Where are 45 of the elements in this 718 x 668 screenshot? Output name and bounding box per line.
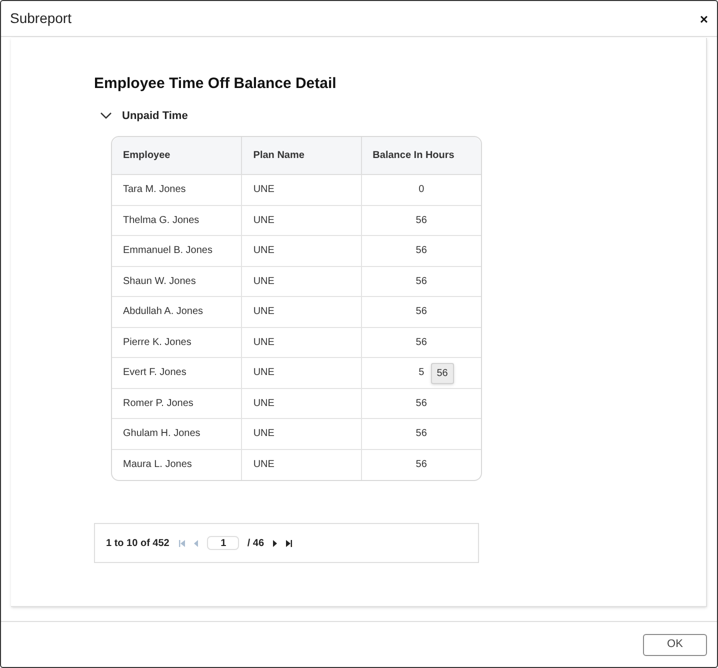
table-cell-text: Emmanuel B. Jones	[122, 244, 214, 258]
table-cell-text: Ghulam H. Jones	[122, 427, 202, 442]
table-cell-text: Shaun W. Jones	[122, 274, 197, 289]
column-header[interactable]: Balance In Hours	[360, 137, 481, 174]
table-cell: UNE	[241, 450, 361, 480]
page-input[interactable]: 1	[207, 536, 240, 550]
table-cell-text: Evert F. Jones	[122, 366, 188, 380]
report-title: Employee Time Off Balance Detail	[94, 74, 338, 94]
table-cell: UNE	[241, 297, 361, 326]
table-cell-text: 56	[416, 458, 427, 472]
table-cell: UNE	[241, 419, 361, 448]
table-cell: UNE	[241, 206, 361, 235]
page-total: / 46	[247, 536, 264, 550]
table-cell-text: 56	[416, 427, 427, 442]
ok-button[interactable]: OK	[643, 634, 707, 656]
close-button[interactable]: ×	[700, 12, 708, 26]
table-cell-text: Thelma G. Jones	[122, 214, 200, 228]
table-cell-text: 56	[416, 214, 427, 228]
group-label: Unpaid Time	[122, 108, 188, 124]
table-cell-text: 5	[418, 366, 424, 380]
table-cell-text: Abdullah A. Jones	[122, 305, 204, 320]
table-cell-text: 56	[416, 336, 427, 350]
table-cell: UNE	[241, 236, 361, 266]
table-cell: UNE	[241, 266, 361, 296]
table-cell-text: 0	[418, 183, 424, 198]
table-cell-text: 56	[416, 305, 427, 320]
tooltip: 56	[430, 363, 454, 384]
table-cell: UNE	[241, 328, 361, 357]
table-cell-text: Tara M. Jones	[122, 183, 187, 198]
column-header[interactable]: Employee	[112, 137, 242, 174]
next-page-icon[interactable]	[272, 540, 278, 546]
page-summary: 1 to 10 of 452	[106, 536, 170, 550]
table-cell-text: Romer P. Jones	[122, 396, 194, 411]
table-cell-text: 56	[416, 396, 427, 411]
table-cell: UNE	[241, 175, 361, 204]
last-page-icon[interactable]	[286, 540, 292, 546]
table-cell-text: Maura L. Jones	[122, 458, 193, 472]
column-header[interactable]: Plan Name	[241, 137, 361, 174]
window-title: Subreport	[10, 9, 72, 28]
chevron-down-icon[interactable]	[100, 112, 112, 120]
table-cell-text: 56	[416, 244, 427, 258]
table-cell: UNE	[241, 388, 361, 418]
table-cell-text: Pierre K. Jones	[122, 336, 192, 350]
table-cell-text: 56	[416, 274, 427, 289]
table-cell: UNE	[241, 358, 361, 388]
